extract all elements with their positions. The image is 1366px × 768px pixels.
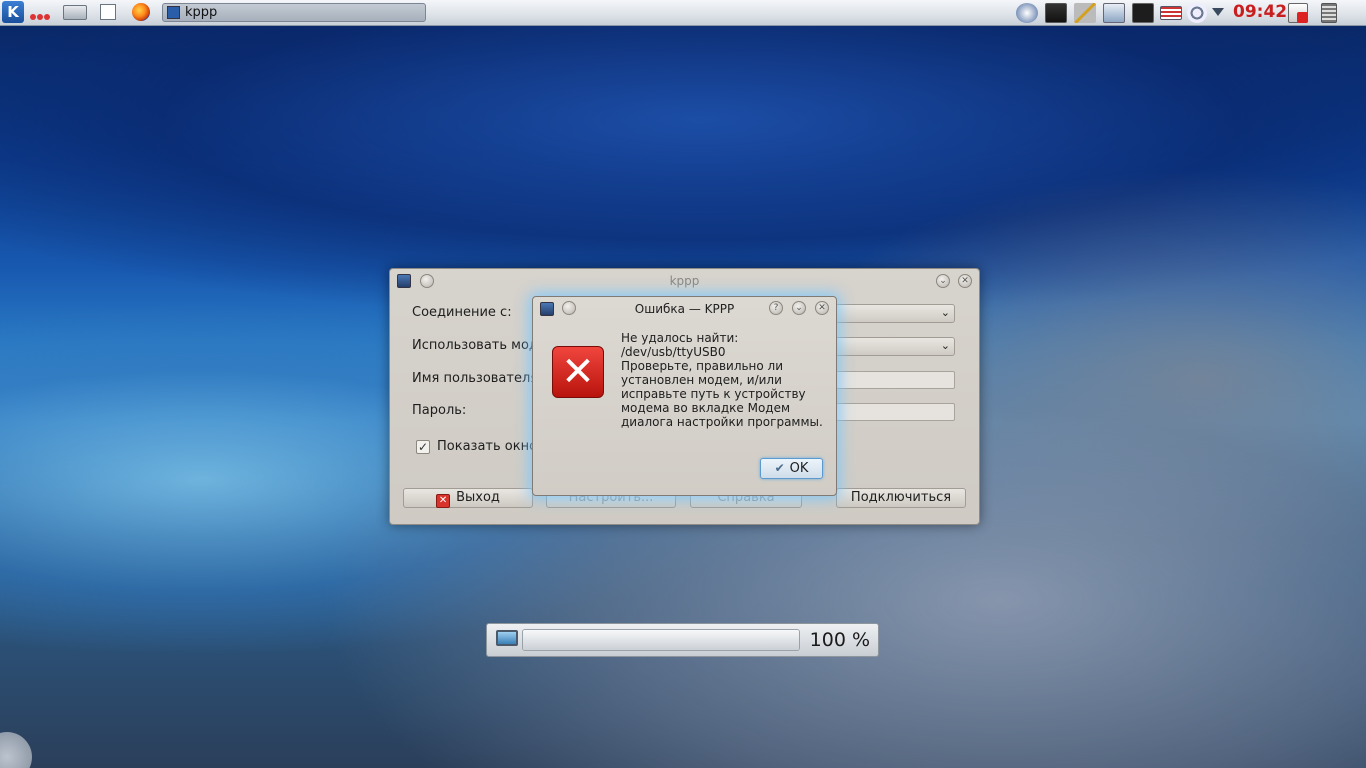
close-button[interactable]: ✕ xyxy=(815,301,829,315)
activity-dots-icon[interactable] xyxy=(30,9,54,20)
connect-label: Подключиться xyxy=(850,490,952,505)
osd-progress-bar xyxy=(522,629,800,651)
file-manager-icon[interactable] xyxy=(100,4,116,20)
exit-button[interactable]: ✕ Выход xyxy=(403,488,533,508)
kppp-app-icon xyxy=(167,6,180,19)
system-monitor-icon[interactable] xyxy=(1045,3,1067,23)
clipboard-icon[interactable] xyxy=(1103,3,1125,23)
usb-network-icon[interactable] xyxy=(1187,3,1207,23)
show-window-label: Показать окно xyxy=(437,439,538,454)
osd-progress-fill xyxy=(523,630,799,650)
password-label: Пароль: xyxy=(412,403,467,418)
ok-button[interactable]: ✔ OK xyxy=(760,458,823,479)
error-icon: ✕ xyxy=(552,346,604,398)
kppp-tray-icon[interactable] xyxy=(1016,3,1038,23)
close-notification-icon[interactable] xyxy=(1288,3,1308,23)
connection-select[interactable]: ⌄ xyxy=(835,304,955,323)
error-dialog: Ошибка — KPPP ? ⌄ ✕ ✕ Не удалось найти: … xyxy=(532,296,837,496)
help-question-button[interactable]: ? xyxy=(769,301,783,315)
password-field[interactable] xyxy=(835,403,955,421)
desktop-toolbox-icon[interactable] xyxy=(0,732,32,768)
checkmark-icon: ✔ xyxy=(774,461,785,475)
minimize-button[interactable]: ⌄ xyxy=(792,301,806,315)
error-message: Не удалось найти: /dev/usb/ttyUSB0 Прове… xyxy=(621,331,823,429)
ok-label: OK xyxy=(789,461,809,476)
exit-label: Выход xyxy=(456,490,500,505)
taskbar-item-label: kppp xyxy=(185,5,218,20)
calculator-icon[interactable] xyxy=(1321,3,1337,23)
connect-button[interactable]: Подключиться xyxy=(836,488,966,508)
volume-osd: 100 % xyxy=(486,623,879,657)
minimize-button[interactable]: ⌄ xyxy=(936,274,950,288)
close-button[interactable]: ✕ xyxy=(958,274,972,288)
top-panel: K kppp 09:42 xyxy=(0,0,1366,26)
osd-percent: 100 % xyxy=(809,629,870,651)
window-title: kppp xyxy=(669,274,700,288)
username-field[interactable] xyxy=(835,371,955,389)
exit-icon: ✕ xyxy=(436,494,451,508)
taskbar-item-kppp[interactable]: kppp xyxy=(162,3,426,22)
modem-label: Использовать мод xyxy=(412,338,538,353)
kde-menu-icon[interactable]: K xyxy=(2,1,24,23)
show-desktop-icon[interactable] xyxy=(63,5,87,20)
username-label: Имя пользователя xyxy=(412,371,539,386)
tray-expand-arrow-icon[interactable] xyxy=(1212,8,1224,16)
connection-label: Соединение с: xyxy=(412,305,512,320)
dialog-title: Ошибка — KPPP xyxy=(634,302,735,316)
tools-icon[interactable] xyxy=(1074,3,1096,23)
show-window-checkbox[interactable]: ✓ xyxy=(416,440,430,454)
firefox-icon[interactable] xyxy=(132,3,150,21)
clock[interactable]: 09:42 xyxy=(1233,2,1287,22)
chevron-down-icon: ⌄ xyxy=(940,306,950,319)
modem-select[interactable]: ⌄ xyxy=(835,337,955,356)
monitor-icon xyxy=(496,630,518,646)
us-flag-keyboard-icon[interactable] xyxy=(1160,6,1182,20)
chevron-down-icon: ⌄ xyxy=(940,339,950,352)
terminal-icon[interactable] xyxy=(1132,3,1154,23)
